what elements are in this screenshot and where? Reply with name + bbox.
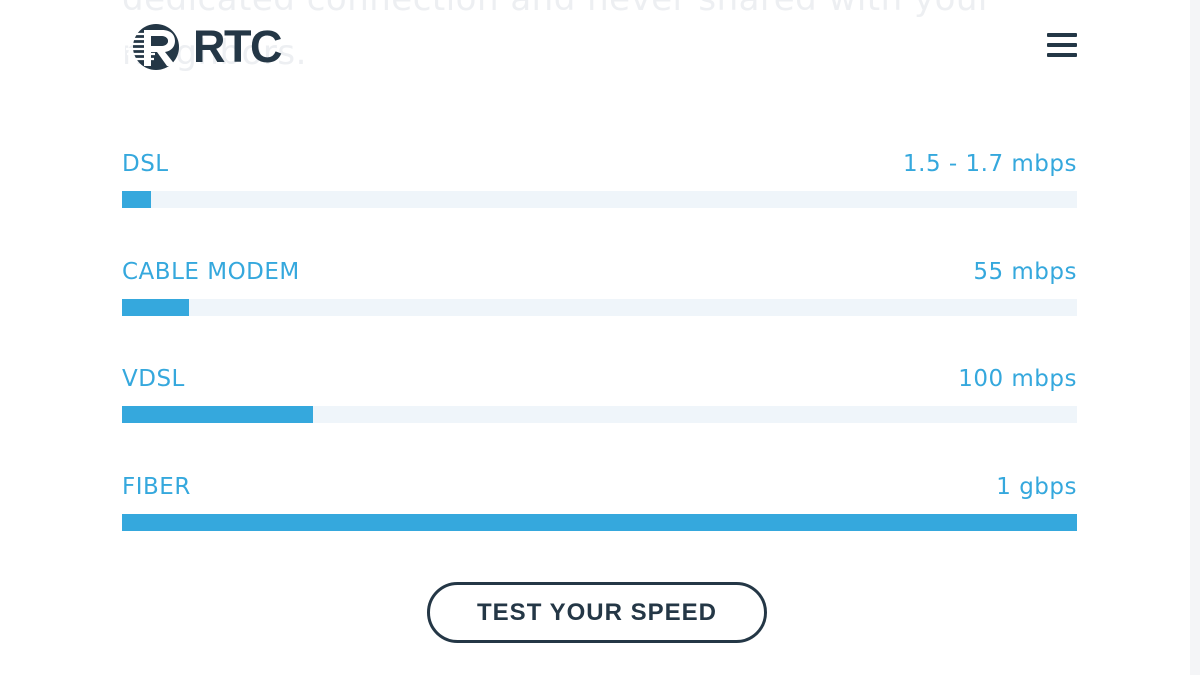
speed-row: VDSL 100 mbps: [122, 359, 1077, 399]
speed-label: FIBER: [122, 473, 191, 500]
speed-row: FIBER 1 gbps: [122, 467, 1077, 507]
speed-item-vdsl: VDSL 100 mbps: [122, 359, 1077, 467]
speed-value: 1.5 - 1.7 mbps: [903, 151, 1077, 177]
speed-value: 100 mbps: [958, 366, 1077, 392]
speed-item-fiber: FIBER 1 gbps: [122, 467, 1077, 575]
hamburger-menu-icon[interactable]: [1047, 31, 1077, 59]
scroll-edge: [1190, 0, 1200, 675]
test-your-speed-button[interactable]: TEST YOUR SPEED: [427, 582, 767, 643]
speed-bar-track: [122, 298, 1077, 316]
speed-bar-track: [122, 406, 1077, 423]
speed-bar-fill: [122, 406, 313, 423]
speed-label: VDSL: [122, 366, 185, 392]
speed-bar-fill: [122, 191, 151, 208]
rtc-logo[interactable]: RTC: [124, 21, 282, 72]
speed-value: 55 mbps: [973, 258, 1077, 285]
rtc-logo-mark-icon: [126, 24, 179, 70]
speed-bar-track: [122, 513, 1077, 531]
page: dedicated connection and never shared wi…: [0, 0, 1200, 675]
logo-text: RTC: [193, 21, 282, 72]
speed-label: CABLE MODEM: [122, 258, 300, 285]
speed-bar-fill: [122, 513, 1077, 531]
speed-item-dsl: DSL 1.5 - 1.7 mbps: [122, 144, 1077, 252]
speed-bar-fill: [122, 298, 189, 316]
speed-item-cable-modem: CABLE MODEM 55 mbps: [122, 252, 1077, 360]
speed-row: DSL 1.5 - 1.7 mbps: [122, 144, 1077, 184]
speed-value: 1 gbps: [996, 473, 1077, 500]
speed-label: DSL: [122, 151, 169, 177]
speed-comparison-list: DSL 1.5 - 1.7 mbps CABLE MODEM 55 mbps V…: [122, 144, 1077, 574]
speed-row: CABLE MODEM 55 mbps: [122, 252, 1077, 292]
speed-bar-track: [122, 191, 1077, 208]
